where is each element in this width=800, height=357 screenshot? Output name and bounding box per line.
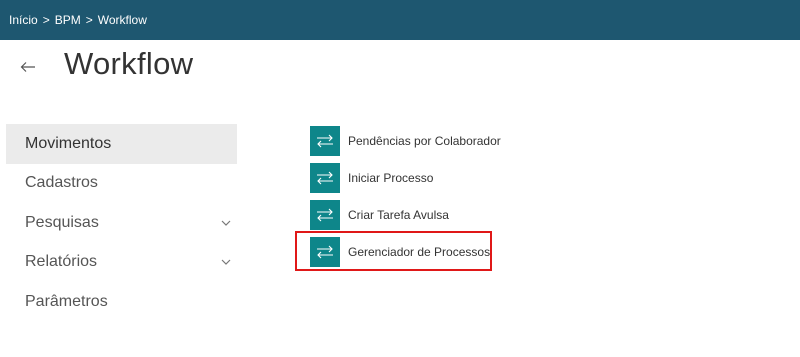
back-button[interactable] [16,55,40,79]
menu-item-gerenciador-de-processos[interactable]: Gerenciador de Processos [295,231,501,272]
swap-arrows-icon [310,126,340,157]
arrow-left-icon [20,62,35,72]
sidebar: Movimentos Cadastros Pesquisas Relatório… [6,124,237,322]
breadcrumb-separator: > [42,13,50,27]
swap-arrows-icon [310,163,340,194]
chevron-down-icon [221,220,231,226]
sidebar-item-label: Movimentos [25,134,112,152]
swap-arrows-icon [310,199,340,230]
menu-item-criar-tarefa-avulsa[interactable]: Criar Tarefa Avulsa [310,197,501,234]
breadcrumb-separator: > [85,13,93,27]
menu-item-pendencias[interactable]: Pendências por Colaborador [310,123,501,160]
page-title: Workflow [64,46,194,81]
sidebar-item-movimentos[interactable]: Movimentos [6,124,237,164]
workflow-menu: Pendências por Colaborador Iniciar Proce… [295,123,501,272]
sidebar-item-label: Cadastros [25,174,98,192]
sidebar-item-pesquisas[interactable]: Pesquisas [6,203,237,243]
menu-item-iniciar-processo[interactable]: Iniciar Processo [310,160,501,197]
breadcrumb-item-workflow: Workflow [97,13,147,27]
menu-item-label: Pendências por Colaborador [348,134,501,149]
breadcrumb-bar: Início > BPM > Workflow [0,0,800,40]
chevron-down-icon [221,259,231,266]
sidebar-item-parametros[interactable]: Parâmetros [6,282,237,322]
menu-item-label: Criar Tarefa Avulsa [348,207,449,222]
swap-arrows-icon [310,236,340,267]
sidebar-item-label: Relatórios [25,253,98,271]
menu-item-label: Iniciar Processo [348,171,434,186]
sidebar-item-relatorios[interactable]: Relatórios [6,243,237,283]
sidebar-item-cadastros[interactable]: Cadastros [6,164,237,204]
breadcrumb-item-bpm[interactable]: BPM [55,13,81,27]
sidebar-item-label: Pesquisas [25,213,99,231]
sidebar-item-label: Parâmetros [25,292,108,310]
breadcrumb-item-inicio[interactable]: Início [9,13,38,27]
menu-item-label: Gerenciador de Processos [348,244,491,259]
